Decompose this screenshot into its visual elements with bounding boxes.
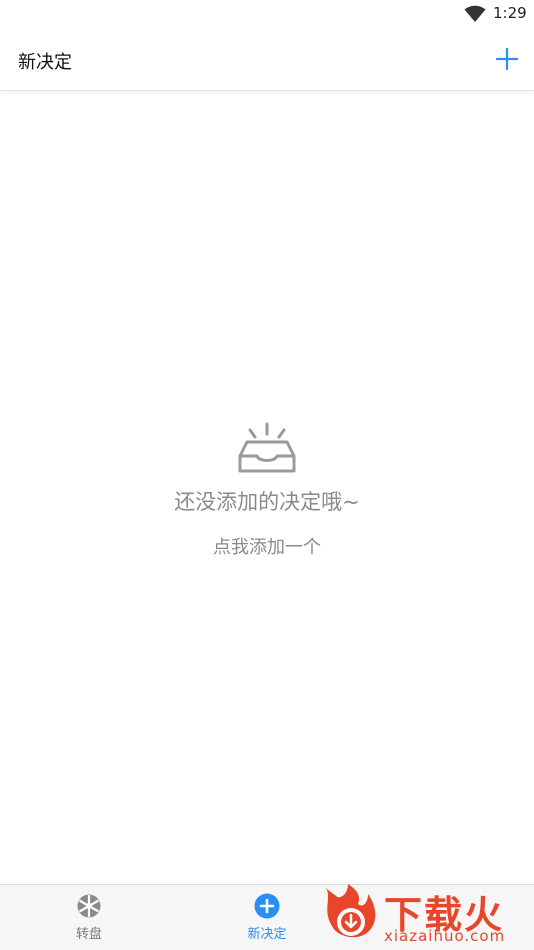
watermark: 下载火 xiazaihuo.com bbox=[314, 878, 534, 949]
add-button[interactable] bbox=[492, 44, 522, 74]
flame-logo-icon bbox=[326, 884, 376, 938]
wheel-icon bbox=[77, 894, 101, 918]
plus-icon bbox=[495, 47, 519, 71]
tab-wheel-label: 转盘 bbox=[75, 927, 102, 942]
status-bar: 1:29 bbox=[0, 0, 534, 28]
add-decision-link[interactable]: 点我添加一个 bbox=[0, 533, 534, 559]
empty-inbox-icon bbox=[238, 422, 296, 473]
wifi-icon bbox=[464, 5, 486, 22]
app-bar: 新决定 bbox=[0, 28, 534, 91]
watermark-domain: xiazaihuo.com bbox=[384, 927, 506, 945]
status-time: 1:29 bbox=[493, 4, 527, 22]
empty-state-title: 还没添加的决定哦~ bbox=[174, 490, 360, 514]
tab-wheel[interactable]: 转盘 bbox=[0, 885, 178, 950]
page-title: 新决定 bbox=[18, 52, 72, 73]
plus-circle-icon bbox=[254, 893, 280, 919]
